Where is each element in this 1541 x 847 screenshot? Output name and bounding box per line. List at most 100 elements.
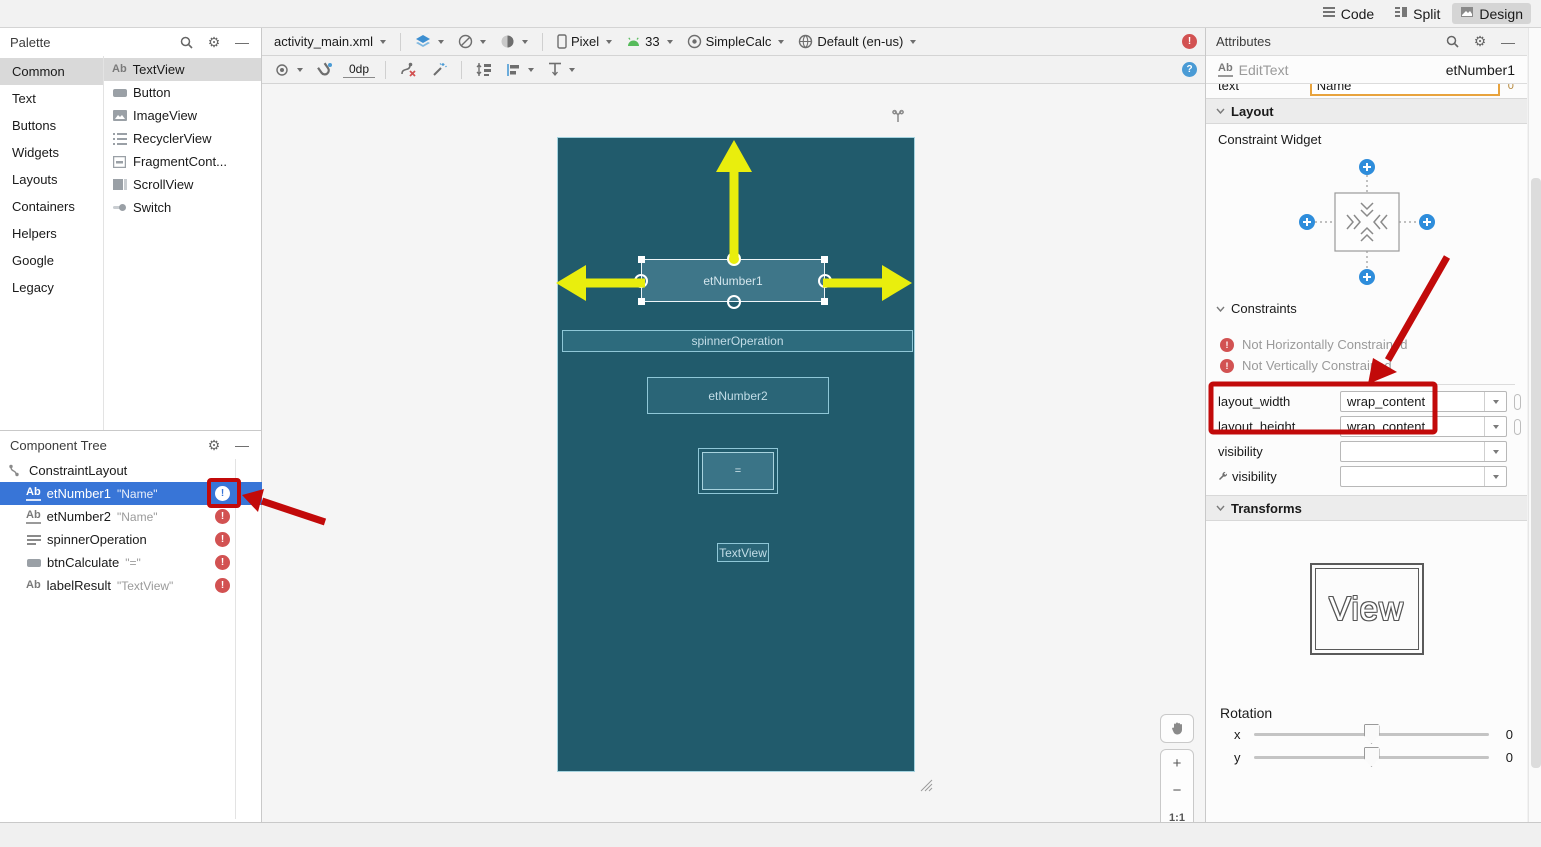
palette-item-fragmentcontainer[interactable]: FragmentCont... [104, 150, 261, 173]
tree-item-etnumber2[interactable]: Ab etNumber2 "Name" ! [0, 505, 262, 528]
minimize-icon[interactable]: — [1499, 33, 1517, 51]
palette-item-scrollview[interactable]: ScrollView [104, 173, 261, 196]
canvas-widget-labelresult[interactable]: TextView [717, 543, 769, 562]
api-selector[interactable]: 33 [622, 34, 676, 49]
tree-item-labelresult[interactable]: Ab labelResult "TextView" ! [0, 574, 262, 597]
canvas-widget-spinneroperation[interactable]: spinnerOperation [562, 330, 913, 352]
palette-item-recyclerview[interactable]: RecyclerView [104, 127, 261, 150]
layout-errors-icon[interactable]: ! [1182, 34, 1197, 49]
error-icon[interactable]: ! [215, 486, 230, 501]
error-icon[interactable]: ! [215, 532, 230, 547]
view-options-button[interactable] [270, 63, 307, 76]
resize-handle[interactable] [821, 298, 828, 305]
palette-category-buttons[interactable]: Buttons [0, 112, 103, 139]
tab-design[interactable]: Design [1452, 3, 1531, 24]
palette-title: Palette [10, 34, 51, 50]
default-margin-selector[interactable]: 0dp [343, 62, 376, 78]
attributes-scrollbar[interactable] [1528, 28, 1541, 822]
scrollbar-thumb[interactable] [1531, 178, 1541, 768]
minimize-icon[interactable]: — [233, 436, 251, 454]
layout-height-dropdown[interactable]: wrap_content [1340, 416, 1507, 437]
palette-category-helpers[interactable]: Helpers [0, 220, 103, 247]
guidelines-button[interactable] [544, 62, 579, 77]
palette-item-imageview[interactable]: ImageView [104, 104, 261, 127]
rotation-x-value: 0 [1505, 727, 1513, 742]
tab-code[interactable]: Code [1314, 3, 1382, 24]
constraint-anchor-right[interactable] [818, 274, 832, 288]
search-icon[interactable] [1443, 33, 1461, 51]
palette-category-text[interactable]: Text [0, 85, 103, 112]
device-screen[interactable]: etNumber1 spinnerOperation etNumber2 = T… [557, 137, 915, 772]
gear-icon[interactable]: ⚙ [205, 436, 223, 454]
magnet-icon [317, 62, 333, 77]
edittext-icon: Ab [1218, 62, 1233, 77]
circle-slash-icon [458, 34, 473, 49]
palette-category-common[interactable]: Common [0, 58, 103, 85]
resize-grip-icon[interactable] [917, 776, 933, 795]
resize-handle[interactable] [638, 298, 645, 305]
pack-button[interactable] [472, 62, 496, 77]
minimize-icon[interactable]: — [233, 33, 251, 51]
clear-constraints-button[interactable] [396, 62, 421, 77]
error-icon[interactable]: ! [215, 509, 230, 524]
palette-item-switch[interactable]: Switch [104, 196, 261, 219]
chevron-down-icon [910, 39, 917, 44]
constraint-widget[interactable] [1206, 147, 1527, 291]
canvas-widget-btncalculate[interactable]: = [698, 448, 778, 494]
palette-category-legacy[interactable]: Legacy [0, 274, 103, 301]
section-transforms[interactable]: Transforms [1206, 495, 1527, 521]
resize-handle[interactable] [821, 256, 828, 263]
file-selector[interactable]: activity_main.xml [270, 34, 390, 49]
tree-item-btncalculate[interactable]: btnCalculate "=" ! [0, 551, 262, 574]
resize-handle[interactable] [638, 256, 645, 263]
constraint-anchor-bottom[interactable] [727, 295, 741, 309]
text-attribute-input[interactable] [1309, 84, 1500, 96]
gear-icon[interactable]: ⚙ [205, 33, 223, 51]
palette-item-button[interactable]: Button [104, 81, 261, 104]
error-icon[interactable]: ! [215, 555, 230, 570]
visibility-dropdown[interactable] [1340, 441, 1507, 462]
scrollview-icon [112, 178, 127, 191]
palette-category-google[interactable]: Google [0, 247, 103, 274]
tools-visibility-dropdown[interactable] [1340, 466, 1507, 487]
canvas-widget-etnumber2[interactable]: etNumber2 [647, 377, 829, 414]
infer-constraints-button[interactable] [427, 62, 451, 77]
system-ui-mode-button[interactable] [496, 34, 532, 49]
constraint-anchor-left[interactable] [634, 274, 648, 288]
zoom-in-button[interactable]: + [1161, 750, 1193, 777]
attribute-state-pill[interactable] [1514, 393, 1521, 410]
locale-selector[interactable]: Default (en-us) [794, 34, 920, 49]
align-button[interactable] [502, 63, 538, 77]
layout-width-dropdown[interactable]: wrap_content [1340, 391, 1507, 412]
slider-thumb[interactable] [1363, 724, 1380, 744]
palette-category-containers[interactable]: Containers [0, 193, 103, 220]
zoom-out-button[interactable]: − [1161, 777, 1193, 804]
palette-item-textview[interactable]: Ab TextView [104, 58, 261, 81]
attribute-state-pill[interactable] [1514, 418, 1521, 435]
tree-item-etnumber1[interactable]: Ab etNumber1 "Name" ! [0, 482, 262, 505]
palette-category-layouts[interactable]: Layouts [0, 166, 103, 193]
device-selector[interactable]: Pixel [553, 34, 616, 49]
design-canvas[interactable]: etNumber1 spinnerOperation etNumber2 = T… [262, 84, 1205, 822]
rotation-x-slider[interactable] [1254, 724, 1489, 744]
design-surface-button[interactable] [411, 34, 448, 49]
error-icon[interactable]: ! [215, 578, 230, 593]
search-icon[interactable] [177, 33, 195, 51]
constraint-anchor-top[interactable] [727, 252, 741, 266]
theme-selector[interactable]: SimpleCalc [683, 34, 789, 49]
help-icon[interactable]: ? [1182, 62, 1197, 77]
night-mode-button[interactable] [454, 34, 490, 49]
section-constraints[interactable]: Constraints [1206, 291, 1527, 320]
pan-hand-icon[interactable] [1161, 715, 1193, 742]
canvas-widget-etnumber1[interactable]: etNumber1 [634, 252, 832, 309]
section-layout[interactable]: Layout [1206, 98, 1527, 124]
palette-category-widgets[interactable]: Widgets [0, 139, 103, 166]
tree-item-spinneroperation[interactable]: spinnerOperation ! [0, 528, 262, 551]
autoconnect-button[interactable] [313, 62, 337, 77]
zoom-actual-button[interactable]: 1:1 [1161, 804, 1193, 823]
gear-icon[interactable]: ⚙ [1471, 33, 1489, 51]
rotation-y-slider[interactable] [1254, 747, 1489, 767]
tab-split[interactable]: Split [1386, 3, 1448, 24]
slider-thumb[interactable] [1363, 747, 1380, 767]
tree-item-constraintlayout[interactable]: ConstraintLayout [0, 459, 262, 482]
